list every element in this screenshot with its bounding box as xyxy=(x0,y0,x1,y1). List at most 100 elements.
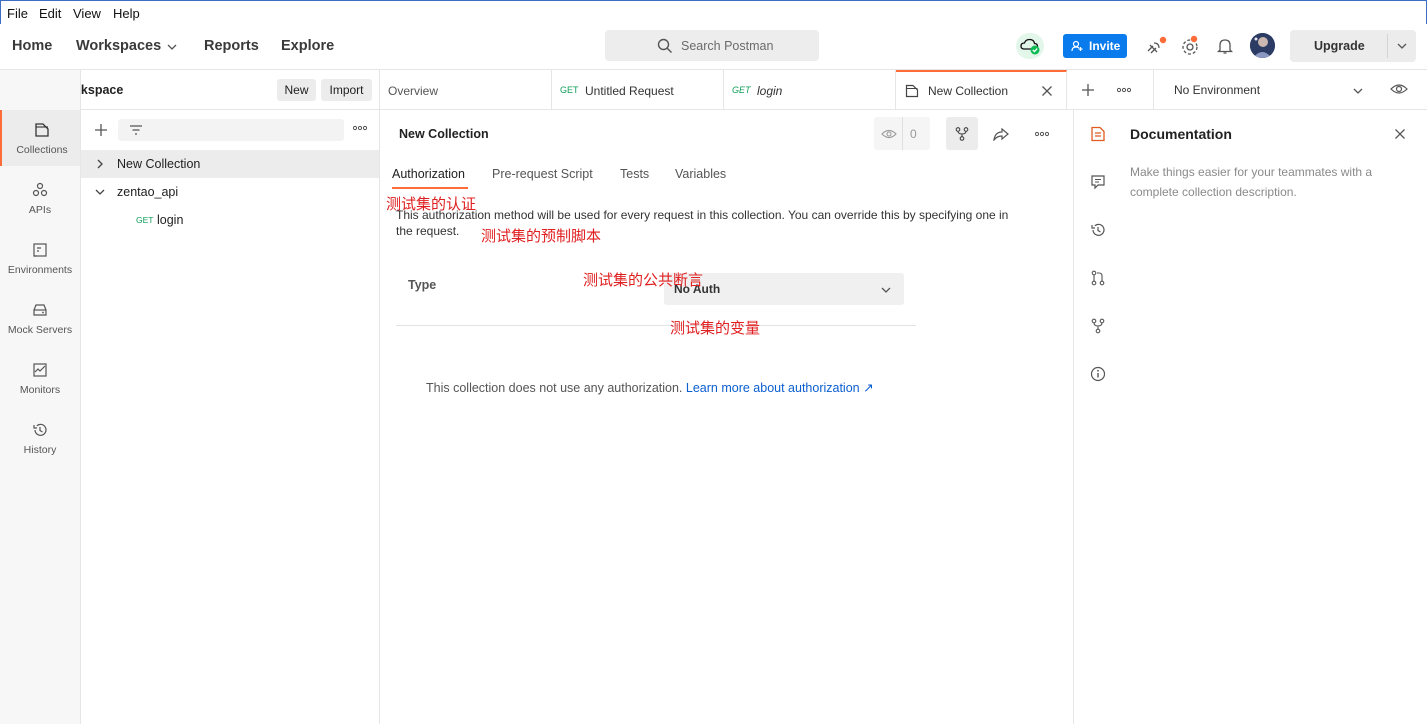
forks-icon[interactable] xyxy=(1090,318,1106,334)
menu-file[interactable]: File xyxy=(7,6,28,21)
environment-chevron-icon xyxy=(1352,86,1364,96)
satellite-icon[interactable] xyxy=(1145,36,1167,56)
collection-name: New Collection xyxy=(117,157,201,171)
monitors-icon xyxy=(32,362,48,378)
tab-label: Overview xyxy=(388,84,439,98)
no-auth-text: This collection does not use any authori… xyxy=(426,381,683,395)
tab-label: Untitled Request xyxy=(585,84,674,98)
menu-help[interactable]: Help xyxy=(113,6,140,21)
collection-editor: New Collection 0 Authorization Pre-reque… xyxy=(380,110,1074,724)
subtab-authorization[interactable]: Authorization xyxy=(392,167,465,181)
settings-gear-icon[interactable] xyxy=(1180,35,1202,57)
annotation-auth: 测试集的认证 xyxy=(386,195,477,213)
tab-untitled-request[interactable]: GET Untitled Request xyxy=(552,70,724,110)
filter-input[interactable] xyxy=(118,119,344,141)
user-avatar[interactable] xyxy=(1250,33,1275,58)
more-options-icon[interactable] xyxy=(353,125,367,131)
cloud-sync-icon[interactable] xyxy=(1016,33,1044,59)
tree-item-new-collection[interactable]: New Collection xyxy=(81,150,379,178)
rail-monitors[interactable]: Monitors xyxy=(0,350,80,406)
rail-label: History xyxy=(23,444,57,456)
right-panel-rail xyxy=(1074,110,1122,724)
menu-view[interactable]: View xyxy=(73,6,101,21)
subtab-tests[interactable]: Tests xyxy=(620,167,649,181)
rail-apis[interactable]: APIs xyxy=(0,170,80,226)
environment-label: No Environment xyxy=(1174,83,1261,97)
add-user-icon xyxy=(1071,40,1083,52)
documentation-placeholder[interactable]: Make things easier for your teammates wi… xyxy=(1130,162,1372,202)
comments-icon[interactable] xyxy=(1090,174,1106,190)
tab-overview[interactable]: Overview xyxy=(380,70,552,110)
pull-requests-icon[interactable] xyxy=(1090,270,1106,286)
documentation-icon[interactable] xyxy=(1090,126,1106,142)
upgrade-chevron-icon[interactable] xyxy=(1396,41,1408,51)
fork-icon xyxy=(955,127,969,141)
request-name: login xyxy=(157,213,184,227)
learn-more-link[interactable]: Learn more about authorization ↗ xyxy=(686,381,874,395)
watch-button[interactable]: 0 xyxy=(874,117,930,150)
doc-line-2: complete collection description. xyxy=(1130,185,1297,199)
search-box[interactable]: Search Postman xyxy=(605,30,819,61)
nav-home[interactable]: Home xyxy=(12,38,52,54)
apis-icon xyxy=(32,182,48,198)
subtab-variables[interactable]: Variables xyxy=(675,167,726,181)
tab-login[interactable]: GET login xyxy=(724,70,896,110)
rail-label: Mock Servers xyxy=(7,324,73,336)
rail-history[interactable]: History xyxy=(0,410,80,466)
nav-workspaces[interactable]: Workspaces xyxy=(76,38,161,54)
close-panel-icon[interactable] xyxy=(1394,128,1406,140)
collections-icon xyxy=(34,122,50,138)
tabs-bar: Overview GET Untitled Request GET login … xyxy=(380,70,1427,110)
add-collection-icon[interactable] xyxy=(94,123,108,137)
no-auth-message: This collection does not use any authori… xyxy=(426,380,874,395)
share-icon[interactable] xyxy=(993,127,1009,141)
tab-label: login xyxy=(757,84,783,98)
left-rail: Collections APIs Environments Mock Serve… xyxy=(0,70,81,724)
invite-button[interactable]: Invite xyxy=(1063,34,1127,58)
auth-type-chevron-icon xyxy=(880,285,892,295)
chevron-down-icon[interactable] xyxy=(95,188,105,196)
nav-reports[interactable]: Reports xyxy=(204,38,259,54)
nav-explore[interactable]: Explore xyxy=(281,38,334,54)
import-button[interactable]: Import xyxy=(321,79,372,101)
documentation-panel: Documentation Make things easier for you… xyxy=(1122,110,1427,724)
doc-line-1: Make things easier for your teammates wi… xyxy=(1130,165,1373,179)
new-tab-plus-icon[interactable] xyxy=(1081,83,1095,97)
tree-item-login-request[interactable]: GET login xyxy=(81,206,379,234)
tab-new-collection[interactable]: New Collection xyxy=(896,70,1067,110)
workspaces-chevron-icon[interactable] xyxy=(166,42,178,52)
tab-label: New Collection xyxy=(928,84,1009,98)
subtab-pre-request-script[interactable]: Pre-request Script xyxy=(492,167,593,181)
active-subtab-indicator xyxy=(392,187,468,189)
notification-bell-icon[interactable] xyxy=(1216,37,1234,55)
search-placeholder: Search Postman xyxy=(681,39,774,53)
close-tab-icon[interactable] xyxy=(1041,85,1053,97)
environment-quick-look-eye-icon[interactable] xyxy=(1390,82,1408,96)
method-badge: GET xyxy=(560,85,579,95)
collection-title[interactable]: New Collection xyxy=(399,127,489,141)
environment-selector[interactable]: No Environment xyxy=(1162,70,1367,110)
annotation-variables: 测试集的变量 xyxy=(670,319,761,337)
collection-more-icon[interactable] xyxy=(1035,131,1049,137)
changelog-history-icon[interactable] xyxy=(1090,222,1106,238)
menu-bar: File Edit View Help xyxy=(0,0,1427,24)
chevron-right-icon[interactable] xyxy=(96,159,104,169)
upgrade-label: Upgrade xyxy=(1314,39,1365,53)
new-button[interactable]: New xyxy=(277,79,316,101)
annotation-tests: 测试集的公共断言 xyxy=(583,271,704,289)
tree-item-zentao-api[interactable]: zentao_api xyxy=(81,178,379,206)
top-header: Home Workspaces Reports Explore Search P… xyxy=(0,24,1427,70)
rail-collections[interactable]: Collections xyxy=(0,110,80,166)
rail-environments[interactable]: Environments xyxy=(0,230,80,286)
history-icon xyxy=(32,422,48,438)
invite-label: Invite xyxy=(1089,39,1121,53)
menu-edit[interactable]: Edit xyxy=(39,6,61,21)
auth-description-line-1: This authorization method will be used f… xyxy=(396,208,1009,222)
info-icon[interactable] xyxy=(1090,366,1106,382)
environments-icon xyxy=(32,242,48,258)
method-badge: GET xyxy=(136,215,154,225)
fork-button[interactable] xyxy=(946,117,978,150)
tabs-more-icon[interactable] xyxy=(1117,87,1131,93)
rail-mock-servers[interactable]: Mock Servers xyxy=(0,290,80,346)
upgrade-button[interactable]: Upgrade xyxy=(1290,30,1416,62)
